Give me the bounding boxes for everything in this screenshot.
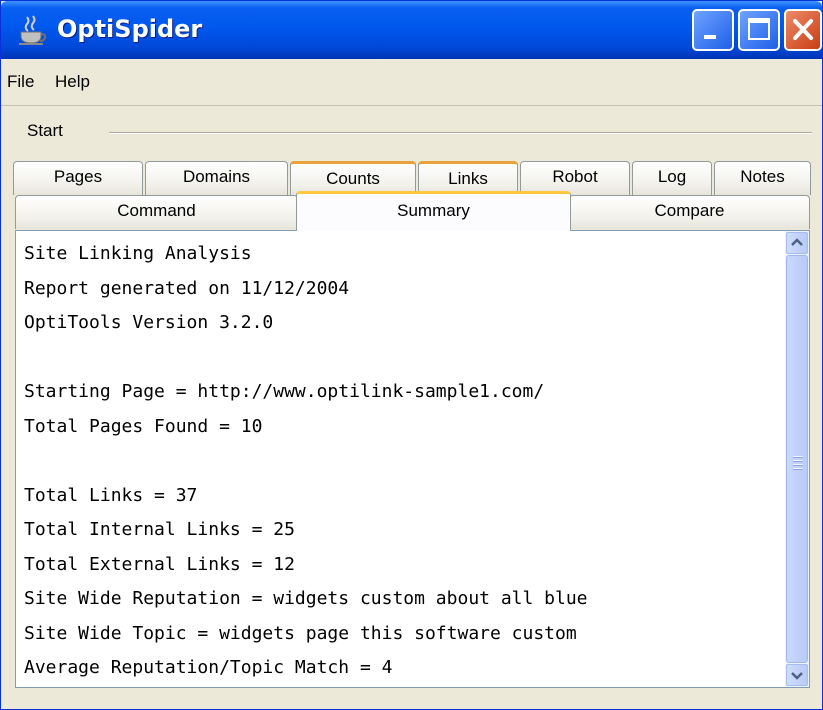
tab-summary[interactable]: Summary xyxy=(296,191,571,231)
summary-panel[interactable]: Site Linking Analysis Report generated on… xyxy=(15,230,810,688)
tab-links[interactable]: Links xyxy=(418,161,518,195)
scroll-down-button[interactable] xyxy=(786,664,808,686)
report-text: Site Linking Analysis Report generated on… xyxy=(24,237,588,686)
report-line: Total External Links = 12 xyxy=(24,553,295,575)
tab-compare[interactable]: Compare xyxy=(569,195,810,229)
title-bar[interactable]: OptiSpider xyxy=(1,1,822,59)
tab-pages[interactable]: Pages xyxy=(13,161,143,195)
report-line: Site Linking Analysis xyxy=(24,243,252,264)
tab-counts[interactable]: Counts xyxy=(290,161,416,195)
report-line: Site Wide Reputation = widgets custom ab… xyxy=(24,588,588,609)
grip-icon xyxy=(793,456,803,472)
chevron-up-icon xyxy=(791,238,803,246)
menu-file[interactable]: File xyxy=(7,71,34,93)
report-line: Starting Page = http://www.optilink-samp… xyxy=(24,381,545,402)
app-window: OptiSpider File Help Start Pages Domains… xyxy=(0,0,823,710)
close-button[interactable] xyxy=(784,9,822,51)
chevron-down-icon xyxy=(791,672,803,680)
report-line: OptiTools Version 3.2.0 xyxy=(24,312,274,333)
scroll-thumb[interactable] xyxy=(786,255,808,663)
window-title: OptiSpider xyxy=(57,15,203,43)
menu-bar: File Help xyxy=(1,59,822,106)
report-line: Site Wide Topic = widgets page this soft… xyxy=(24,622,577,644)
toolbar: Start xyxy=(1,106,822,156)
report-line xyxy=(24,444,588,479)
tab-command[interactable]: Command xyxy=(15,195,298,229)
tab-notes[interactable]: Notes xyxy=(714,161,811,195)
tab-domains[interactable]: Domains xyxy=(145,161,288,195)
toolbar-separator xyxy=(109,132,812,134)
report-line: Average Reputation/Topic Match = 4 xyxy=(24,657,393,678)
maximize-button[interactable] xyxy=(738,9,780,51)
minimize-button[interactable] xyxy=(692,9,734,51)
maximize-icon xyxy=(748,18,770,40)
report-line: Report generated on 11/12/2004 xyxy=(24,277,350,299)
vertical-scrollbar[interactable] xyxy=(785,231,809,687)
report-line: Total Links = 37 xyxy=(24,484,198,506)
report-line xyxy=(24,341,588,376)
report-line: Total Internal Links = 25 xyxy=(24,519,295,540)
tab-robot[interactable]: Robot xyxy=(520,161,630,195)
start-button[interactable]: Start xyxy=(27,120,63,142)
scroll-up-button[interactable] xyxy=(786,232,808,254)
minimize-icon xyxy=(704,35,716,39)
report-line: Total Pages Found = 10 xyxy=(24,415,263,437)
close-icon xyxy=(793,19,813,40)
menu-help[interactable]: Help xyxy=(55,71,90,93)
coffee-cup-icon xyxy=(19,15,47,45)
tab-log[interactable]: Log xyxy=(632,161,712,195)
